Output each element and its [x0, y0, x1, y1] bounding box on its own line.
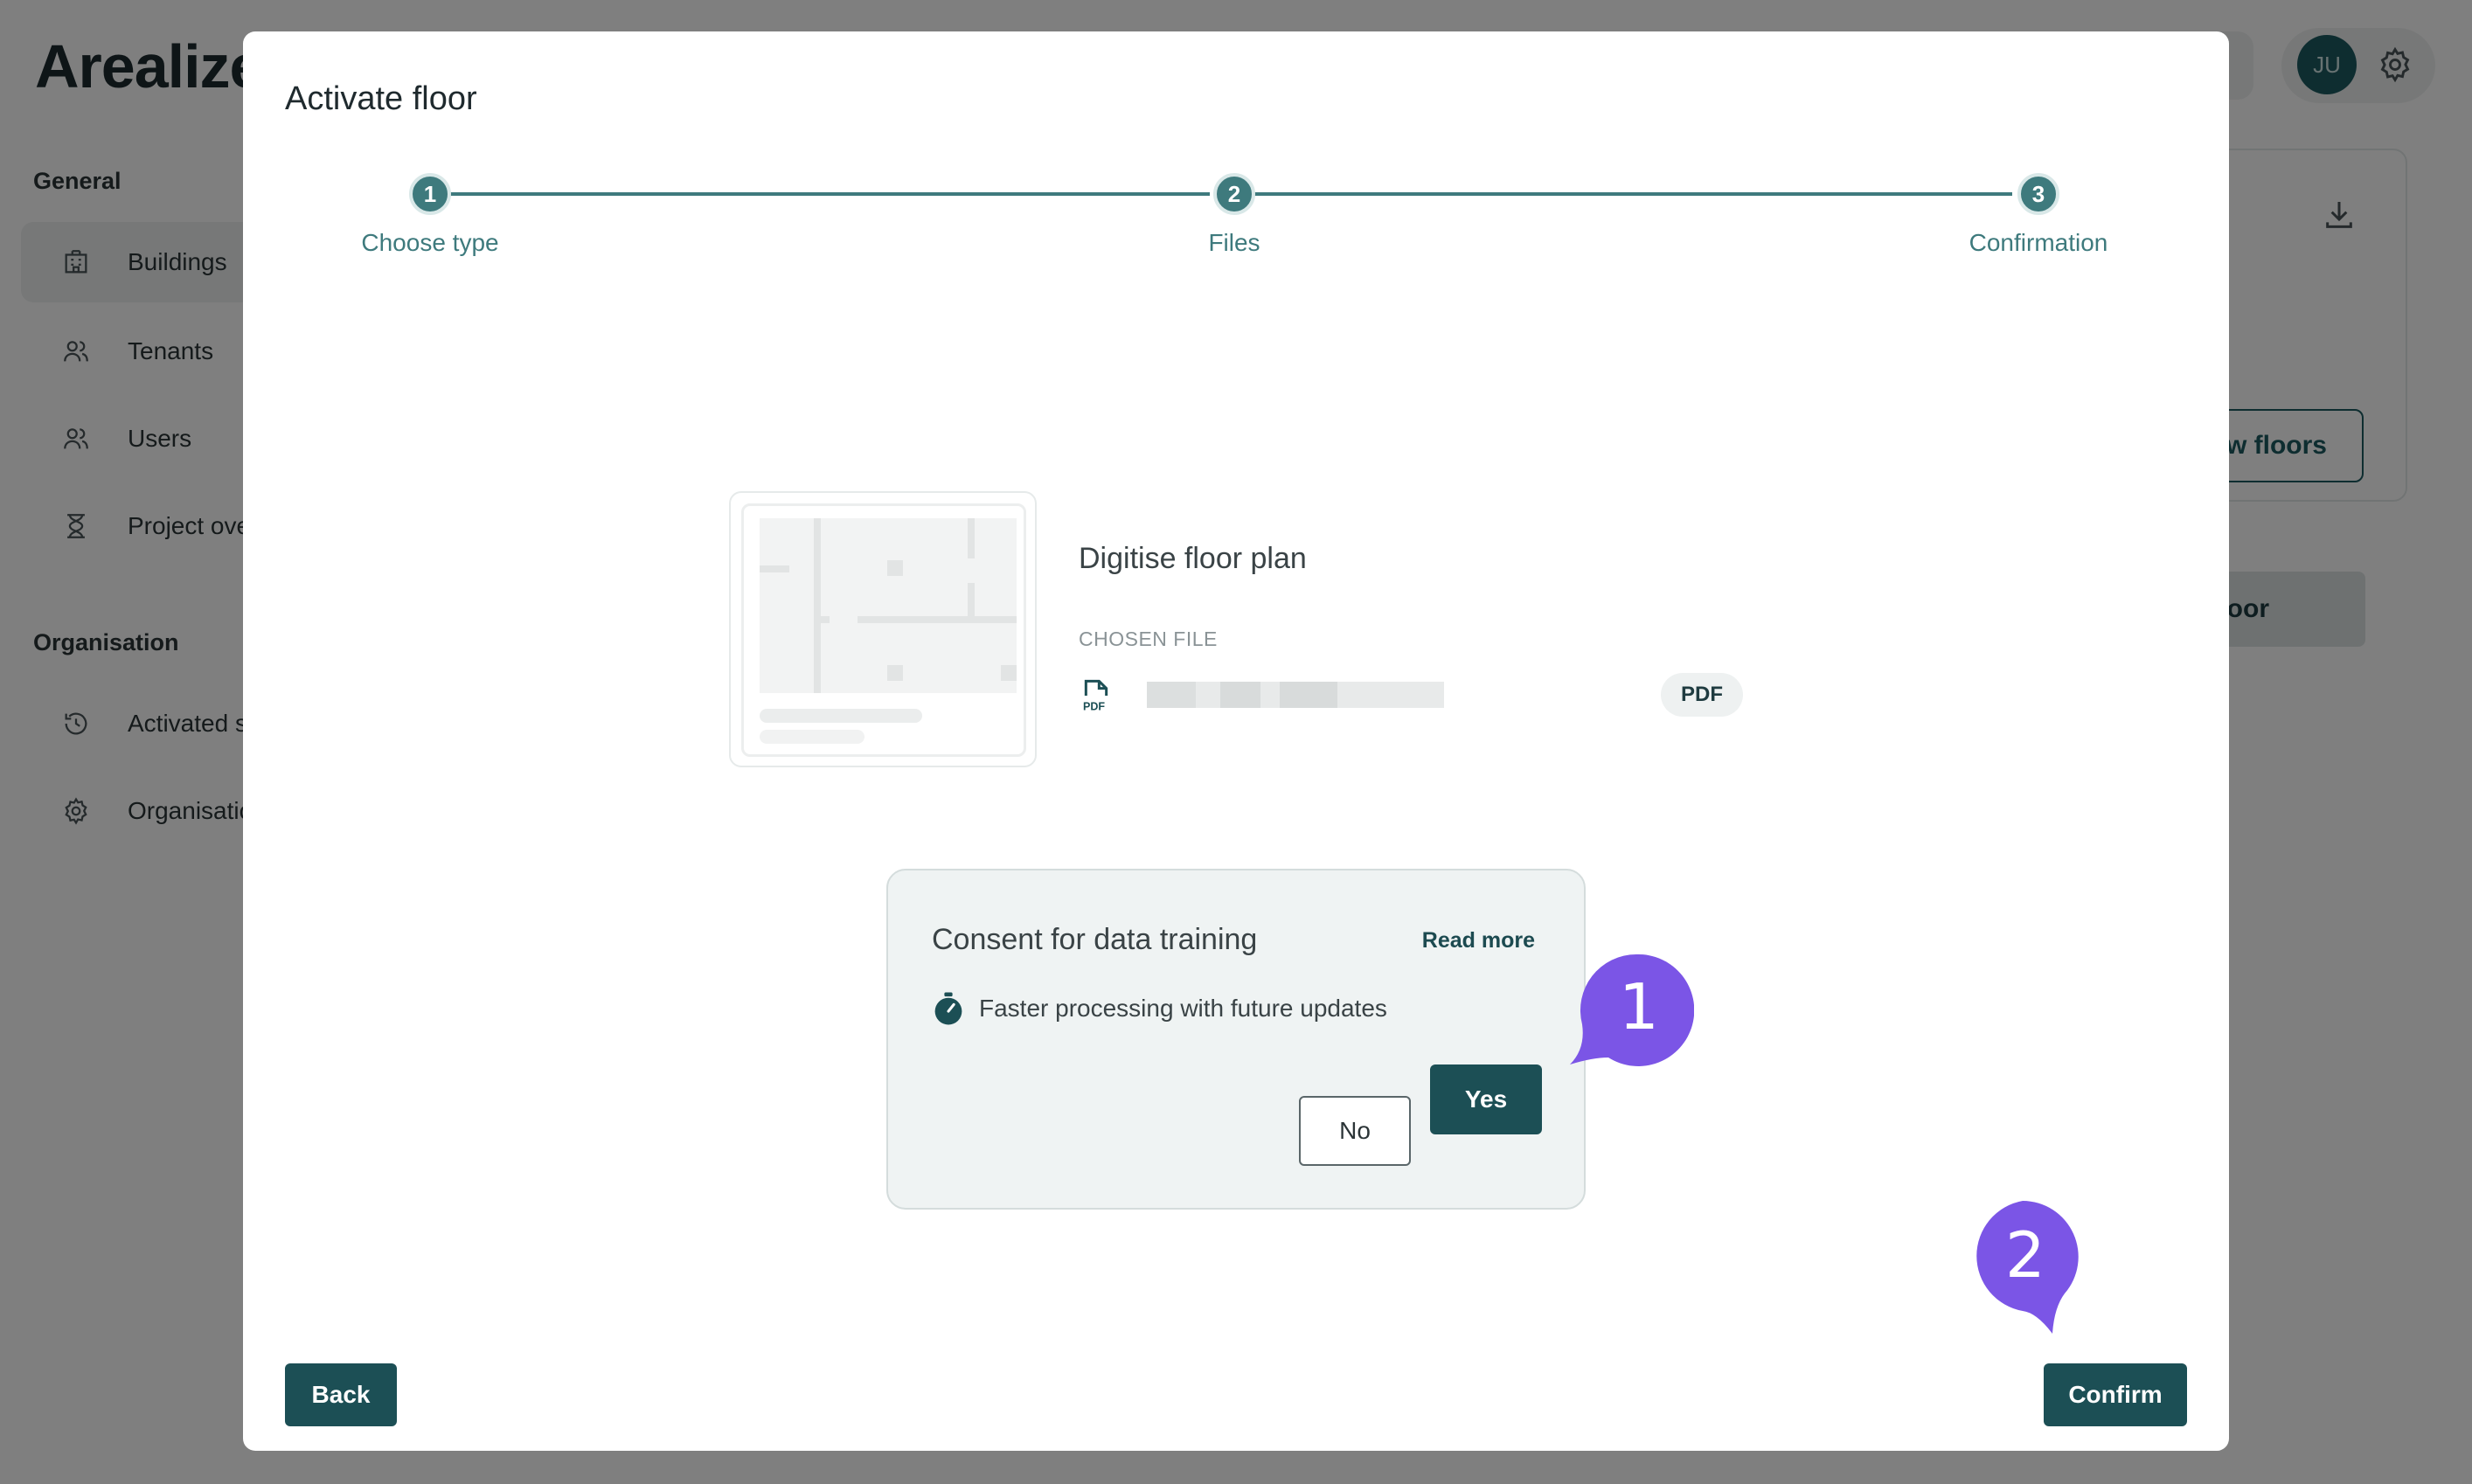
thumbnail-caption-placeholder [760, 709, 922, 723]
thumbnail-caption-placeholder [760, 730, 865, 744]
consent-yes-button[interactable]: Yes [1430, 1064, 1542, 1134]
file-name-redacted [1147, 682, 1444, 708]
activate-floor-dialog: Activate floor 1 2 3 Choose type Files C… [243, 31, 2229, 1451]
stepper-connector [1234, 192, 2012, 196]
consent-title: Consent for data training [932, 923, 1258, 956]
file-type-badge: PDF [1661, 673, 1743, 717]
pdf-icon-label: PDF [1083, 701, 1105, 713]
chosen-file-label: CHOSEN FILE [1079, 628, 1218, 650]
file-option-title: Digitise floor plan [1079, 542, 1307, 575]
stepper-connector [430, 192, 1210, 196]
step-3-indicator[interactable]: 3 [2017, 173, 2059, 215]
step-1-indicator[interactable]: 1 [409, 173, 451, 215]
consent-no-button[interactable]: No [1299, 1096, 1411, 1166]
dialog-title: Activate floor [285, 80, 477, 117]
floor-plan-thumbnail [729, 491, 1037, 767]
pdf-file-icon: PDF [1083, 679, 1108, 713]
consent-panel: Consent for data training Read more Fast… [886, 869, 1586, 1210]
consent-benefit-text: Faster processing with future updates [979, 995, 1387, 1022]
back-button[interactable]: Back [285, 1363, 397, 1426]
step-3-label: Confirmation [1969, 229, 2108, 256]
floor-plan-preview [760, 518, 1017, 693]
confirm-button[interactable]: Confirm [2044, 1363, 2187, 1426]
read-more-link[interactable]: Read more [1422, 928, 1535, 954]
step-1-label: Choose type [361, 229, 499, 256]
step-2-label: Files [1208, 229, 1260, 256]
annotation-number-2: 2 [2005, 1218, 2045, 1292]
annotation-number-1: 1 [1619, 970, 1659, 1044]
stopwatch-icon [934, 992, 962, 1025]
step-2-indicator[interactable]: 2 [1213, 173, 1255, 215]
